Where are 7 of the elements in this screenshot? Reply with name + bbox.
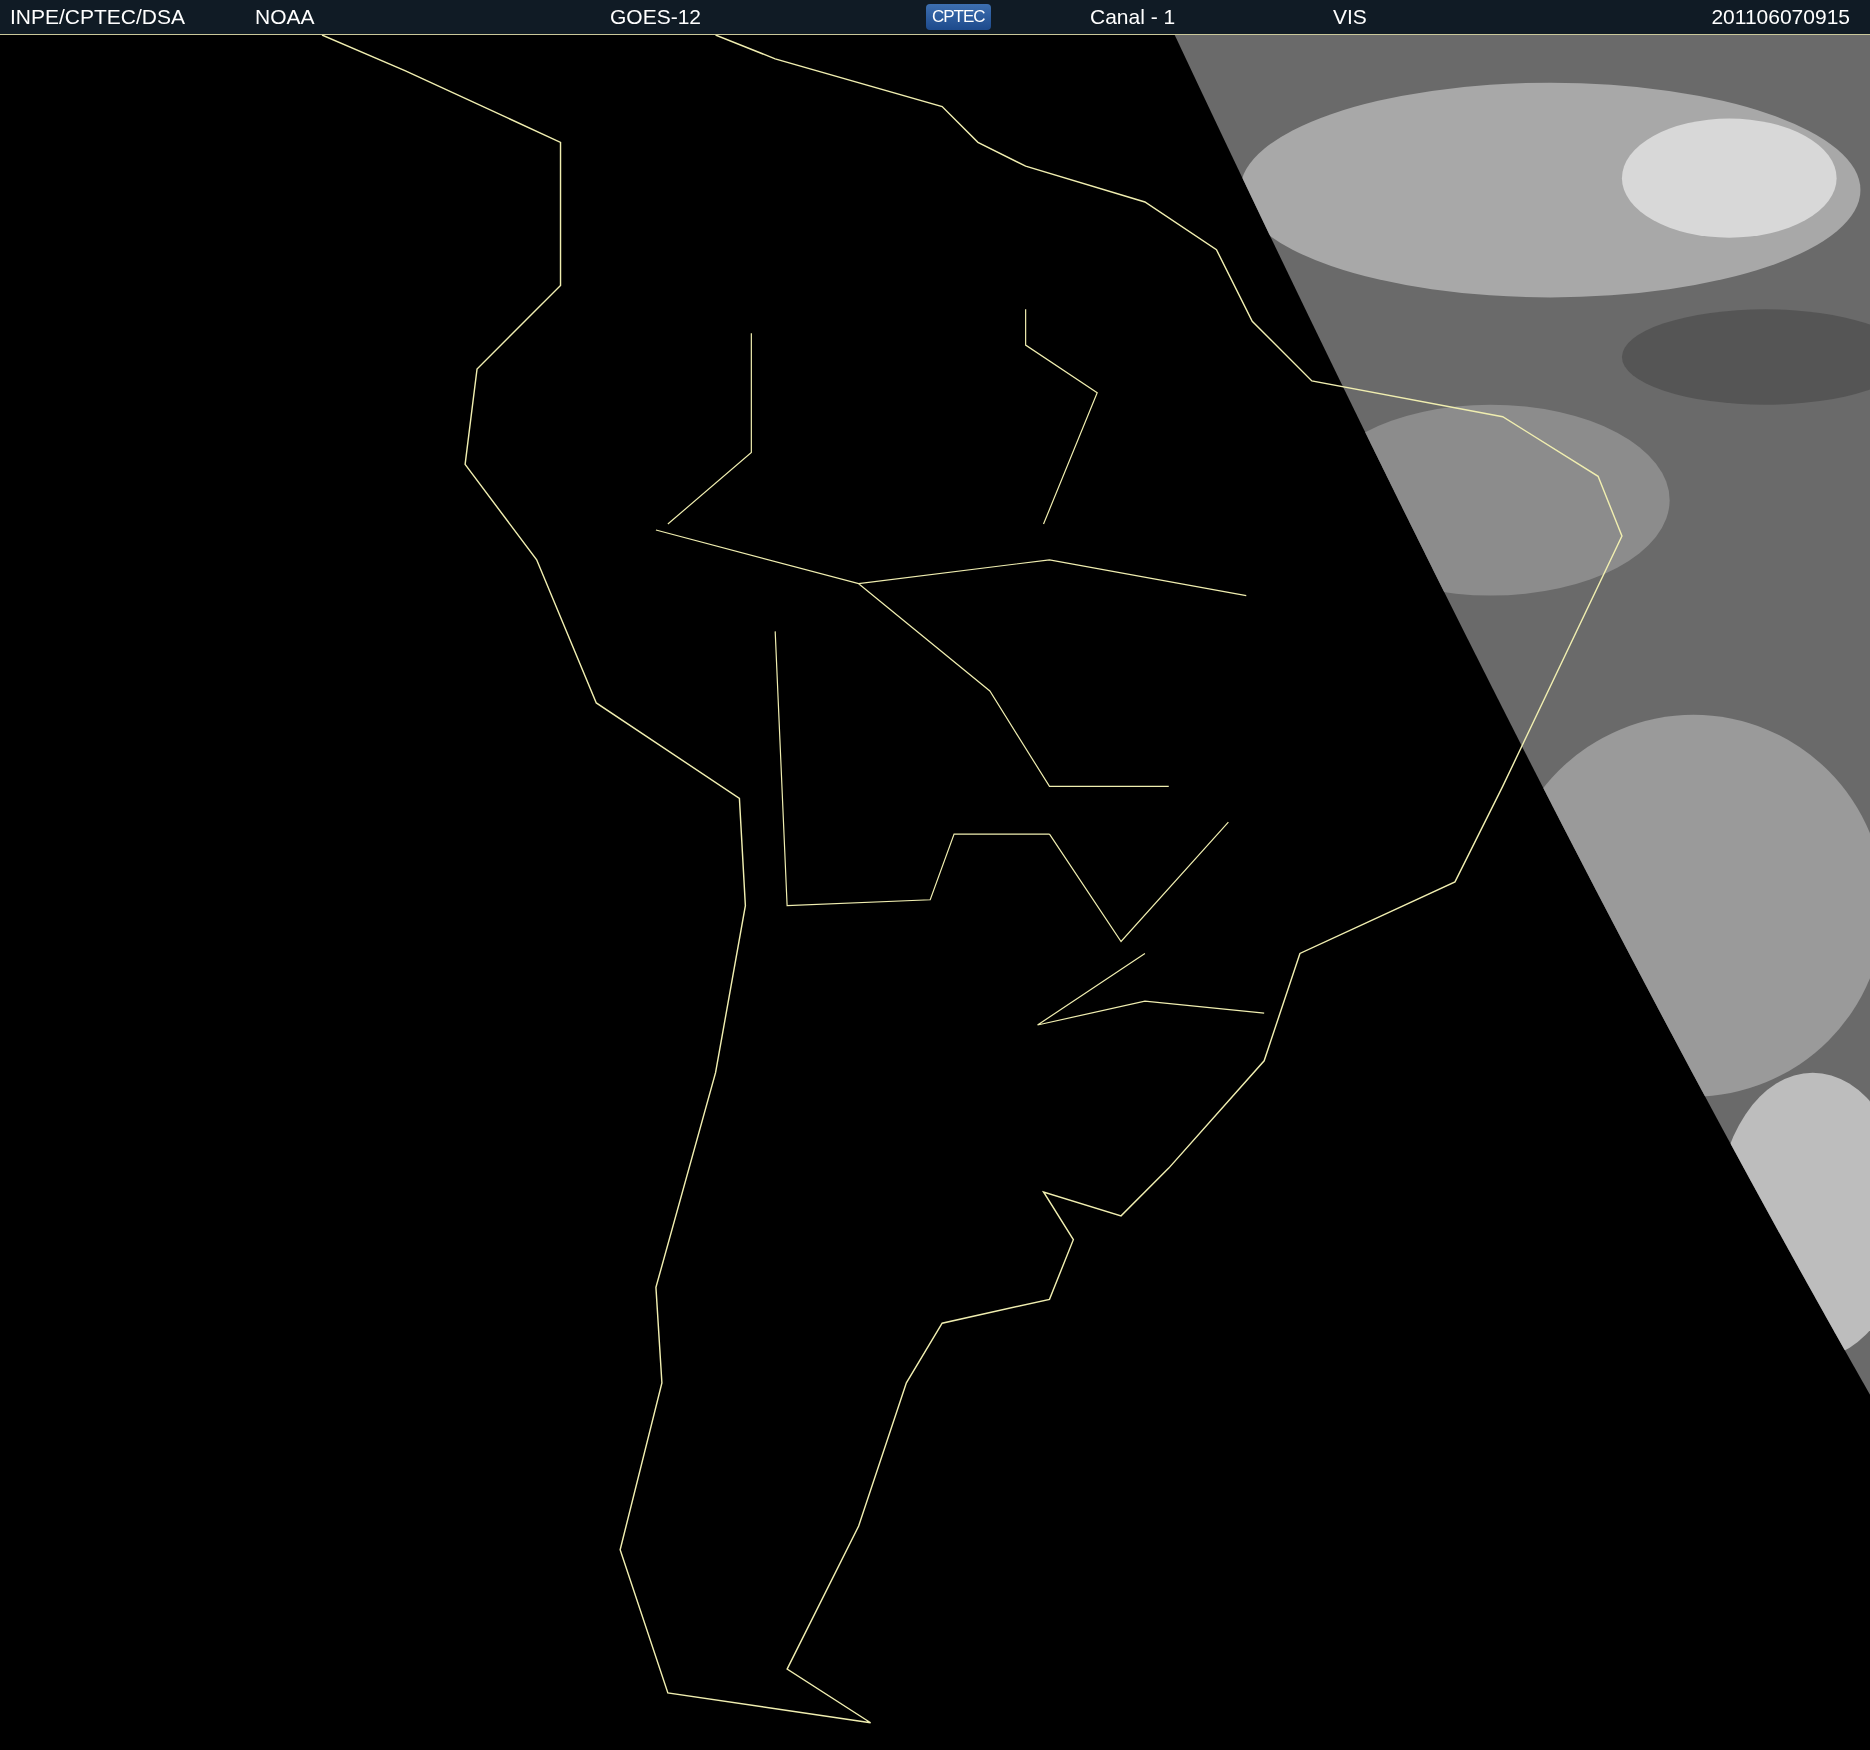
agency-label: NOAA xyxy=(255,5,315,29)
band-label: VIS xyxy=(1333,5,1367,29)
timestamp-label: 201106070915 xyxy=(1711,5,1850,29)
source-label: INPE/CPTEC/DSA xyxy=(10,5,186,29)
channel-label: Canal - 1 xyxy=(1090,5,1176,29)
satellite-label: GOES-12 xyxy=(610,5,702,29)
logo: CPTEC xyxy=(926,4,991,30)
